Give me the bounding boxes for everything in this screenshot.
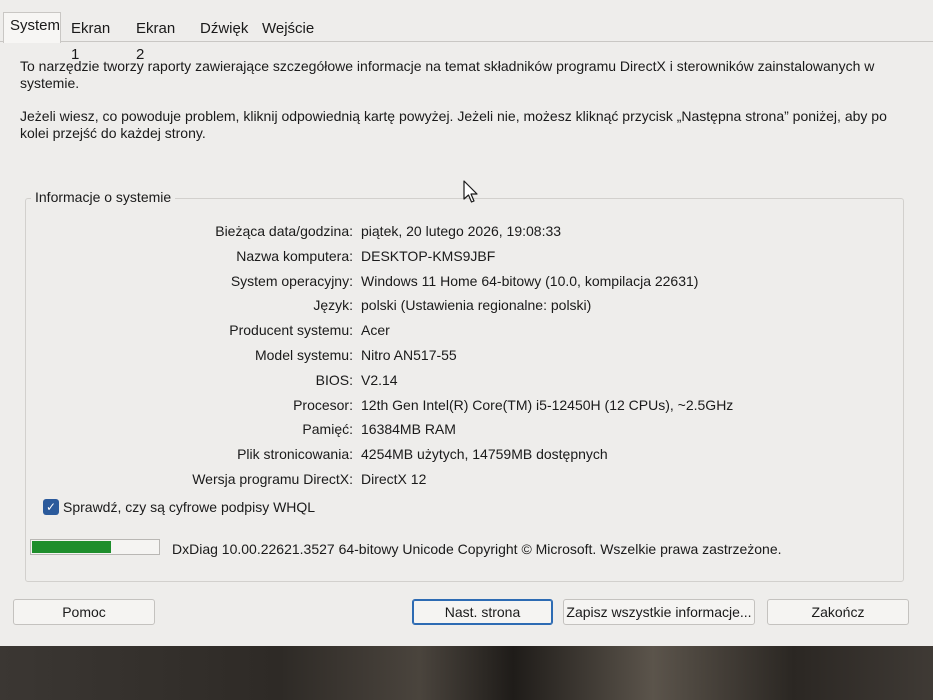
info-row: Producent systemu: Acer xyxy=(0,320,933,340)
info-row-value: piątek, 20 lutego 2026, 19:08:33 xyxy=(361,223,562,239)
info-row: System operacyjny: Windows 11 Home 64-bit… xyxy=(0,271,933,291)
intro-paragraph-2: Jeżeli wiesz, co powoduje problem, klikn… xyxy=(20,108,887,141)
info-row-label: Wersja programu DirectX: xyxy=(192,471,353,487)
info-row-value: polski (Ustawienia regionalne: polski) xyxy=(361,297,592,314)
tab-system[interactable]: System xyxy=(3,12,61,43)
dxdiag-window: System Ekran 1 Ekran 2 Dźwięk Wejście To… xyxy=(0,0,933,646)
info-row: BIOS: V2.14 xyxy=(0,370,933,390)
info-row-label: Model systemu: xyxy=(254,347,353,363)
info-row: Procesor: 12th Gen Intel(R) Core(TM) i5-1… xyxy=(0,395,933,415)
info-row-label: Język: xyxy=(313,297,353,314)
info-row-label: BIOS: xyxy=(315,371,353,388)
info-row: Plik stronicowania: 4254MB użytych, 14759… xyxy=(0,444,933,464)
info-row: Pamięć: 16384MB RAM xyxy=(0,419,933,439)
info-row-value: Nitro AN517-55 xyxy=(361,347,457,363)
desktop-background xyxy=(0,646,933,700)
info-row-value: DESKTOP-KMS9JBF xyxy=(361,247,496,264)
mouse-pointer-icon xyxy=(463,180,478,203)
info-row-value: DirectX 12 xyxy=(361,471,427,487)
progress-fill xyxy=(32,541,111,553)
exit-button[interactable]: Zakończ xyxy=(767,599,909,625)
info-row-label: System operacyjny: xyxy=(230,272,353,289)
save-all-info-button[interactable]: Zapisz wszystkie informacje... xyxy=(563,599,755,625)
info-row: Wersja programu DirectX: DirectX 12 xyxy=(0,469,933,489)
whql-check-label: Sprawdź, czy są cyfrowe podpisy WHQL xyxy=(63,499,316,515)
tab-input[interactable]: Wejście xyxy=(256,16,318,42)
info-row: Język: polski (Ustawienia regionalne: pol… xyxy=(0,295,933,315)
checkmark-icon: ✓ xyxy=(45,500,57,514)
next-page-button[interactable]: Nast. strona xyxy=(412,599,553,625)
info-row-value: 16384MB RAM xyxy=(361,421,456,438)
whql-checkbox[interactable]: ✓ xyxy=(43,499,59,515)
info-row-value: 4254MB użytych, 14759MB dostępnych xyxy=(361,446,608,463)
info-row-value: Acer xyxy=(361,322,390,339)
info-row-label: Nazwa komputera: xyxy=(236,247,353,264)
intro-paragraph-1: To narzędzie tworzy raporty zawierające … xyxy=(20,58,875,91)
info-row-label: Bieżąca data/godzina: xyxy=(215,223,353,239)
copyright-text: DxDiag 10.00.22621.3527 64-bitowy Unicod… xyxy=(172,541,782,557)
info-row-label: Producent systemu: xyxy=(229,322,353,339)
info-row-value: Windows 11 Home 64-bitowy (10.0, kompila… xyxy=(361,272,699,289)
tab-sound[interactable]: Dźwięk xyxy=(194,16,252,42)
system-info-title: Informacje o systemie xyxy=(31,188,176,206)
help-button[interactable]: Pomoc xyxy=(13,599,155,625)
info-row-value: V2.14 xyxy=(361,371,398,388)
info-row-label: Procesor: xyxy=(293,396,353,413)
tab-display-1[interactable]: Ekran 1 xyxy=(65,16,125,63)
info-row-label: Pamięć: xyxy=(302,421,353,438)
progress-bar xyxy=(30,539,160,555)
tab-bar: System Ekran 1 Ekran 2 Dźwięk Wejście xyxy=(0,12,933,63)
info-row-value: 12th Gen Intel(R) Core(TM) i5-12450H (12… xyxy=(361,396,734,413)
tab-display-2[interactable]: Ekran 2 xyxy=(130,16,190,63)
info-row: Nazwa komputera: DESKTOP-KMS9JBF xyxy=(0,246,933,266)
info-row: Bieżąca data/godzina: piątek, 20 lutego 2… xyxy=(0,221,933,241)
info-row: Model systemu: Nitro AN517-55 xyxy=(0,345,933,365)
info-row-label: Plik stronicowania: xyxy=(237,446,353,463)
